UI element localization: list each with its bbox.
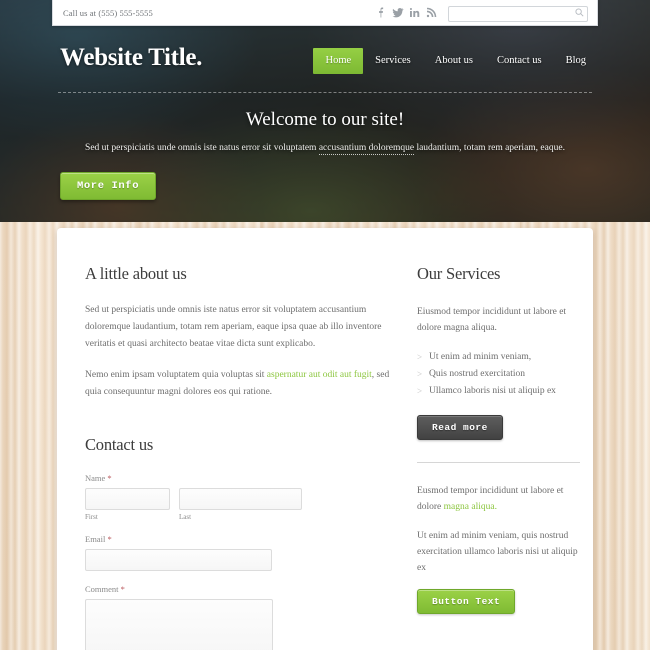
name-required-marker: *: [107, 473, 112, 483]
facebook-icon[interactable]: [372, 5, 389, 21]
button-text-button[interactable]: Button Text: [417, 589, 516, 614]
search-box: [448, 3, 588, 22]
email-label-text: Email: [85, 534, 106, 544]
about-paragraph-2-before: Nemo enim ipsam voluptatem quia voluptas…: [85, 370, 267, 380]
header-divider: [58, 92, 592, 93]
about-inline-link[interactable]: aspernatur aut odit aut fugit: [267, 370, 372, 380]
contact-form: Contact us Name * First Last Email * Com…: [85, 435, 395, 650]
left-column: A little about us Sed ut perspiciatis un…: [85, 264, 395, 650]
linkedin-icon[interactable]: [406, 5, 423, 21]
services-inline-link[interactable]: magna aliqua.: [444, 502, 497, 512]
nav-item-services[interactable]: Services: [363, 48, 423, 74]
services-intro: Eiusmod tempor incididunt ut labore et d…: [417, 307, 567, 333]
content-card: A little about us Sed ut perspiciatis un…: [57, 228, 593, 650]
services-list: Ut enim ad minim veniam, Quis nostrud ex…: [417, 349, 580, 399]
rss-icon[interactable]: [423, 5, 440, 21]
email-required-marker: *: [107, 534, 112, 544]
comment-label: Comment *: [85, 584, 395, 594]
list-item[interactable]: Ullamco laboris nisi ut aliquip ex: [417, 383, 580, 399]
comment-label-text: Comment: [85, 584, 119, 594]
phone-text: Call us at (555) 555-5555: [63, 7, 153, 18]
last-name-sublabel: Last: [179, 513, 192, 521]
right-column: Our Services Eiusmod tempor incididunt u…: [417, 264, 580, 650]
topbar-right-group: [372, 3, 588, 22]
comment-textarea[interactable]: [85, 599, 273, 650]
services-block-2: Eusmod tempor incididunt ut labore et do…: [417, 483, 580, 515]
first-name-group: First: [85, 488, 170, 521]
email-label: Email *: [85, 534, 395, 544]
first-name-sublabel: First: [85, 513, 98, 521]
email-group: Email *: [85, 534, 395, 571]
services-divider: [417, 462, 580, 463]
last-name-group: Last: [179, 488, 302, 521]
comment-group: Comment *: [85, 584, 395, 650]
hero-subtext-link[interactable]: accusantium doloremque: [318, 143, 415, 155]
name-row: First Last: [85, 488, 395, 521]
hero-subtext: Sed ut perspiciatis unde omnis iste natu…: [0, 143, 650, 155]
services-title: Our Services: [417, 264, 501, 283]
name-label-text: Name: [85, 473, 106, 483]
list-item[interactable]: Ut enim ad minim veniam,: [417, 349, 580, 365]
name-label: Name *: [85, 473, 395, 483]
contact-title: Contact us: [85, 435, 154, 454]
hero-subtext-before: Sed ut perspiciatis unde omnis iste natu…: [85, 143, 319, 153]
about-paragraph-1: Sed ut perspiciatis unde omnis iste natu…: [85, 305, 382, 349]
about-paragraph-2: Nemo enim ipsam voluptatem quia voluptas…: [85, 367, 395, 401]
email-input[interactable]: [85, 549, 272, 571]
search-input[interactable]: [448, 5, 588, 22]
nav-item-contact-us[interactable]: Contact us: [485, 48, 554, 74]
list-item[interactable]: Quis nostrud exercitation: [417, 366, 580, 382]
last-name-input[interactable]: [179, 488, 302, 510]
nav-item-home[interactable]: Home: [313, 48, 364, 74]
twitter-icon[interactable]: [389, 5, 406, 21]
nav-item-about-us[interactable]: About us: [423, 48, 485, 74]
comment-required-marker: *: [120, 584, 125, 594]
first-name-input[interactable]: [85, 488, 170, 510]
top-utility-bar: Call us at (555) 555-5555: [52, 0, 598, 26]
site-title[interactable]: Website Title.: [60, 44, 202, 72]
more-info-button[interactable]: More Info: [60, 172, 157, 200]
nav-item-blog[interactable]: Blog: [554, 48, 598, 74]
hero-heading: Welcome to our site!: [245, 109, 405, 130]
main-navigation: Home Services About us Contact us Blog: [313, 48, 598, 74]
about-title: A little about us: [85, 264, 187, 283]
read-more-button[interactable]: Read more: [417, 415, 503, 440]
hero-subtext-after: laudantium, totam rem aperiam, eaque.: [414, 143, 565, 153]
services-block-3: Ut enim ad minim veniam, quis nostrud ex…: [417, 531, 578, 573]
